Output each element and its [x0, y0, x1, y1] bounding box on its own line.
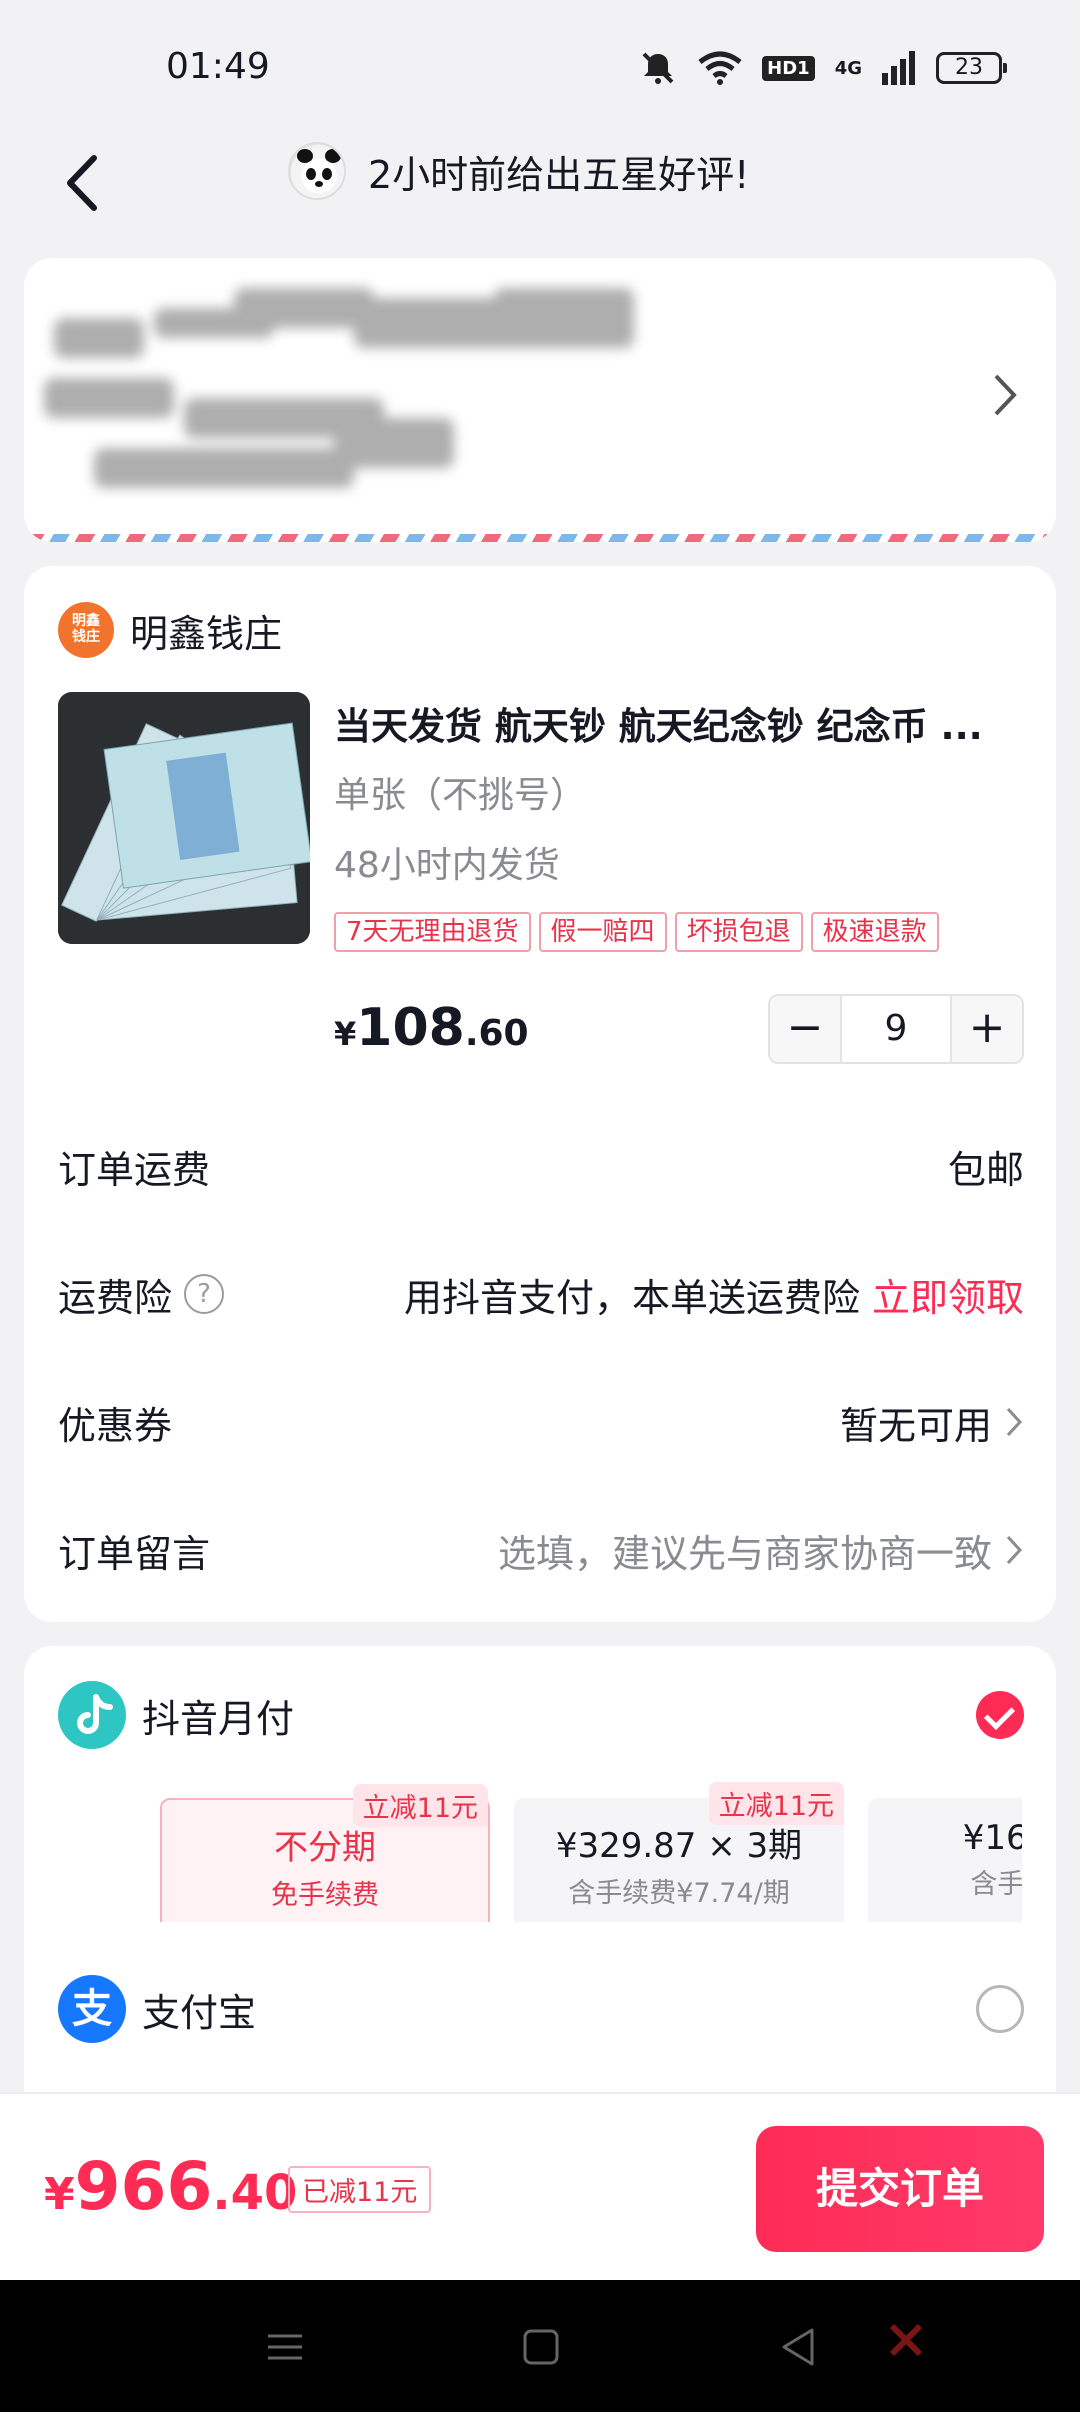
installment-option[interactable]: ¥329.87 × 3期 含手续费¥7.74/期 立减11元: [514, 1782, 844, 1922]
discount-badge: 立减11元: [708, 1782, 844, 1825]
pay-left: 抖音月付: [58, 1681, 294, 1749]
minus-button[interactable]: −: [770, 996, 840, 1062]
installment-options: 不分期 免手续费 立减11元 ¥329.87 × 3期 含手续费¥7.74/期 …: [134, 1782, 1022, 1922]
installment-main: ¥168.81: [962, 1818, 1022, 1858]
coupon-row[interactable]: 优惠券 暂无可用: [58, 1382, 1024, 1462]
total-dec: .40: [212, 2165, 298, 2221]
note-value-wrap: 选填，建议先与商家协商一致: [498, 1523, 1024, 1578]
installment-sub: 含手续费¥7.74/期: [568, 1878, 790, 1909]
alipay-name: 支付宝: [142, 1990, 257, 2035]
payment-card: 抖音月付 不分期 免手续费 立减11元 ¥329.87 × 3期 含手续费¥7.…: [24, 1646, 1056, 2116]
service-tag: 假一赔四: [538, 912, 667, 952]
chevron-right-icon: [1006, 1535, 1023, 1565]
product-spec[interactable]: 单张（不挑号）: [334, 766, 586, 818]
total-symbol: ¥: [44, 2169, 75, 2220]
pay-left: 支 支付宝: [58, 1975, 256, 2043]
submit-order-button[interactable]: 提交订单: [756, 2126, 1044, 2252]
product-image[interactable]: [58, 692, 310, 944]
total-price: ¥966.40: [44, 2148, 297, 2225]
airmail-border: [24, 534, 1056, 542]
freight-value: 包邮: [947, 1147, 1024, 1192]
note-input[interactable]: 选填，建议先与商家协商一致: [498, 1523, 992, 1578]
shop-name: 明鑫钱庄: [130, 611, 283, 656]
plus-button[interactable]: +: [952, 996, 1022, 1062]
service-tag: 坏损包退: [674, 912, 803, 952]
wifi-icon: [698, 51, 742, 85]
coupon-value: 暂无可用: [839, 1403, 992, 1448]
watermark-logo-icon: [889, 2323, 923, 2357]
nav-center: 2小时前给出五星好评!: [288, 142, 749, 200]
service-tag: 极速退款: [810, 912, 939, 952]
claim-insurance-link[interactable]: 立即领取: [872, 1267, 1024, 1322]
freight-label: 订单运费: [58, 1147, 211, 1192]
nav-title: 2小时前给出五星好评!: [368, 152, 750, 197]
hd-badge: HD1: [762, 55, 815, 81]
status-icons: HD1 4G 23: [638, 46, 1007, 90]
price-symbol: ¥: [334, 1015, 357, 1053]
note-row[interactable]: 订单留言 选填，建议先与商家协商一致: [58, 1510, 1024, 1590]
service-tags: 7天无理由退货 假一赔四 坏损包退 极速退款: [334, 912, 939, 952]
chevron-right-icon: [1006, 1407, 1023, 1437]
check-icon[interactable]: [976, 1691, 1024, 1739]
insurance-label: 运费险: [58, 1275, 173, 1320]
discount-badge: 立减11元: [352, 1784, 488, 1827]
product-shipping-time: 48小时内发货: [334, 845, 560, 886]
chevron-right-icon: [994, 374, 1017, 416]
installment-main: ¥329.87 × 3期: [555, 1826, 803, 1866]
insurance-value: 用抖音支付，本单送运费险 立即领取: [404, 1267, 1024, 1322]
douyin-pay-name: 抖音月付: [142, 1696, 295, 1741]
insurance-label-wrap: 运费险 ?: [58, 1267, 225, 1322]
top-nav: 2小时前给出五星好评!: [0, 130, 1080, 240]
freight-row: 订单运费 包邮: [58, 1126, 1024, 1206]
signal-icon: [882, 51, 915, 85]
status-time: 01:49: [166, 46, 270, 87]
back-icon[interactable]: [50, 148, 120, 218]
saved-badge: 已减11元: [288, 2166, 432, 2213]
alipay-icon: 支: [58, 1975, 126, 2043]
unit-price: ¥108.60: [334, 998, 529, 1058]
price-dec: .60: [464, 1013, 529, 1054]
quantity-input[interactable]: 9: [840, 996, 952, 1062]
address-card[interactable]: [24, 258, 1056, 542]
checkout-footer: ¥966.40 已减11元 提交订单: [0, 2092, 1080, 2280]
system-nav-bar: [0, 2280, 1080, 2412]
shop-row[interactable]: 明鑫 钱庄 明鑫钱庄: [58, 602, 282, 658]
installment-main: 不分期: [274, 1828, 376, 1868]
service-tag: 7天无理由退货: [334, 912, 531, 952]
douyin-icon: [58, 1681, 126, 1749]
address-blurred: [44, 288, 634, 488]
pay-option-alipay[interactable]: 支 支付宝: [58, 1972, 1024, 2046]
pay-option-douyin[interactable]: 抖音月付: [58, 1678, 1024, 1752]
shop-logo: 明鑫 钱庄: [58, 602, 114, 658]
question-icon[interactable]: ?: [184, 1274, 225, 1314]
coupon-label: 优惠券: [58, 1403, 173, 1448]
insurance-row: 运费险 ? 用抖音支付，本单送运费险 立即领取: [58, 1254, 1024, 1334]
back-triangle-icon[interactable]: [774, 2322, 824, 2372]
status-bar: 01:49 HD1 4G 23: [0, 0, 1080, 130]
installment-option[interactable]: ¥168.81 含手续费¥: [868, 1798, 1022, 1922]
installment-sub: 含手续费¥: [970, 1869, 1022, 1900]
network-label: 4G: [834, 57, 862, 79]
insurance-text: 用抖音支付，本单送运费险: [403, 1275, 860, 1320]
total-int: 966: [74, 2148, 213, 2225]
radio-unchecked-icon[interactable]: [976, 1985, 1024, 2033]
price-int: 108: [356, 998, 465, 1058]
installment-sub: 免手续费: [271, 1880, 379, 1911]
product-title[interactable]: 当天发货 航天钞 航天纪念钞 纪念币 ...: [334, 696, 1034, 750]
coupon-value-wrap: 暂无可用: [840, 1395, 1024, 1450]
note-label: 订单留言: [58, 1531, 211, 1576]
menu-icon[interactable]: [260, 2322, 310, 2372]
installment-option[interactable]: 不分期 免手续费 立减11元: [160, 1784, 490, 1922]
avatar: [288, 142, 346, 200]
mute-icon: [642, 52, 674, 84]
home-icon[interactable]: [516, 2322, 566, 2372]
battery-indicator: 23: [936, 52, 1007, 84]
order-card: 明鑫 钱庄 明鑫钱庄 当天发货 航天钞 航天纪念钞 纪念币 ... 单张（不挑号…: [24, 566, 1056, 1622]
quantity-stepper: − 9 +: [768, 994, 1024, 1064]
